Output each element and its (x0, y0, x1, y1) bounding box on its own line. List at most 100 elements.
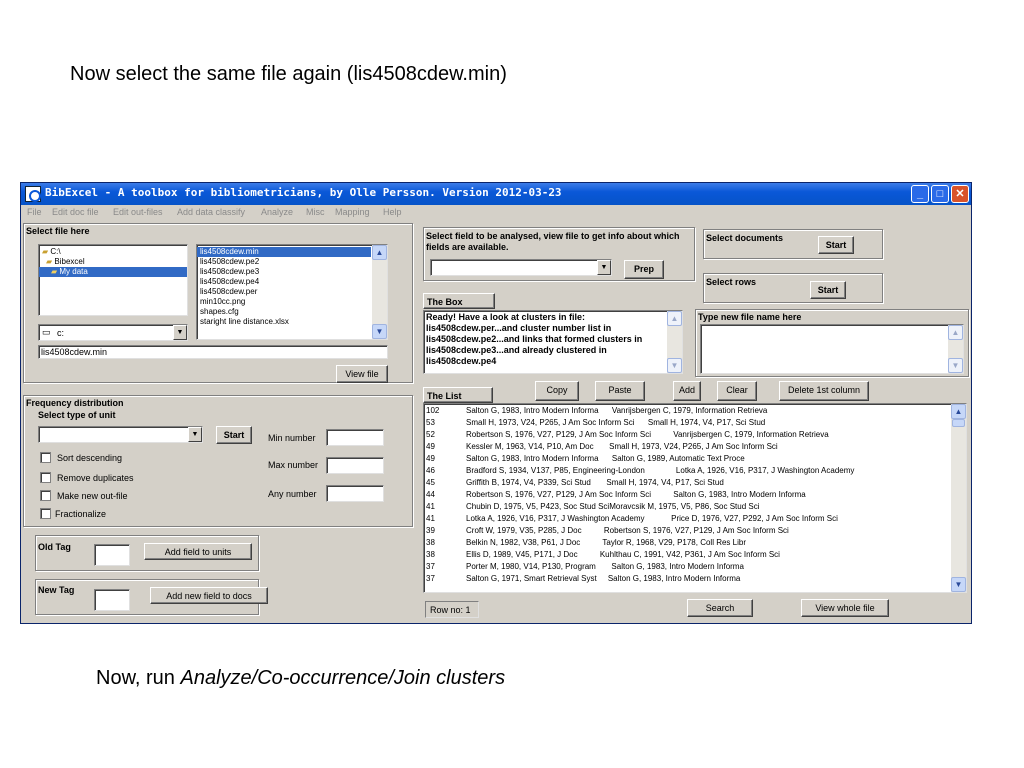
scroll-down-icon[interactable]: ▼ (948, 358, 963, 373)
the-box-textarea[interactable]: Ready! Have a look at clusters in file: … (423, 310, 683, 374)
folder-item-bibexcel[interactable]: ▰ Bibexcel (39, 257, 187, 267)
new-file-name-input[interactable]: ▲ ▼ (700, 324, 964, 374)
file-item[interactable]: shapes.cfg (197, 307, 387, 317)
search-button[interactable]: Search (687, 599, 753, 617)
old-tag-label: Old Tag (38, 542, 71, 552)
scroll-down-icon[interactable]: ▼ (372, 324, 387, 339)
list-row-count: 37 (426, 574, 435, 583)
folder-item-my-data[interactable]: ▰ My data (39, 267, 187, 277)
maximize-button[interactable]: □ (931, 185, 949, 203)
list-row-count: 46 (426, 466, 435, 475)
slide-instruction-top: Now select the same file again (lis4508c… (70, 63, 507, 85)
menu-file[interactable]: File (27, 207, 42, 217)
instruction-prefix: Now, run (96, 667, 181, 689)
paste-button[interactable]: Paste (595, 381, 645, 401)
file-list-scrollbar[interactable]: ▲ ▼ (372, 245, 387, 339)
frequency-start-button[interactable]: Start (216, 426, 252, 444)
menu-edit-out-files[interactable]: Edit out-files (113, 207, 163, 217)
menu-add-data-classify[interactable]: Add data classify (177, 207, 245, 217)
menu-misc[interactable]: Misc (306, 207, 325, 217)
file-item[interactable]: lis4508cdew.per (197, 287, 387, 297)
dropdown-arrow-icon[interactable]: ▼ (597, 260, 611, 275)
file-item[interactable]: staright line distance.xlsx (197, 317, 387, 327)
list-row-count: 37 (426, 562, 435, 571)
list-row-count: 38 (426, 538, 435, 547)
the-box-content: Ready! Have a look at clusters in file: … (426, 312, 643, 366)
old-tag-input[interactable] (94, 544, 130, 566)
new-file-name-panel: Type new file name here ▲ ▼ (695, 309, 969, 377)
new-file-name-heading: Type new file name here (698, 312, 802, 322)
min-number-input[interactable] (326, 429, 384, 446)
file-item[interactable]: lis4508cdew.pe2 (197, 257, 387, 267)
app-icon (25, 186, 41, 202)
new-tag-panel: New Tag Add new field to docs (35, 579, 268, 615)
drive-select[interactable]: ▭ c: ▼ (38, 324, 188, 341)
folder-tree[interactable]: ▰ C:\ ▰ Bibexcel ▰ My data (38, 244, 188, 316)
copy-button[interactable]: Copy (535, 381, 579, 401)
file-item[interactable]: min10cc.png (197, 297, 387, 307)
prep-button[interactable]: Prep (624, 260, 664, 279)
menu-help[interactable]: Help (383, 207, 402, 217)
add-field-to-units-button[interactable]: Add field to units (144, 543, 252, 560)
list-row-text: Porter M, 1980, V14, P130, Program Salto… (466, 562, 744, 571)
drive-value: c: (57, 328, 65, 338)
title-bar: BibExcel - A toolbox for bibliometrician… (21, 183, 971, 205)
select-rows-start-button[interactable]: Start (810, 281, 846, 299)
any-number-input[interactable] (326, 485, 384, 502)
unit-type-select[interactable]: ▼ (38, 426, 203, 443)
slide-instruction-bottom: Now, run Analyze/Co-occurrence/Join clus… (96, 667, 505, 690)
the-list-heading: The List (423, 387, 493, 403)
scroll-up-icon[interactable]: ▲ (951, 404, 966, 419)
row-number-value: Row no: 1 (430, 605, 471, 615)
sort-descending-checkbox[interactable] (40, 452, 51, 463)
list-row-text: Salton G, 1983, Intro Modern Informa Sal… (466, 454, 745, 463)
clear-button[interactable]: Clear (717, 381, 757, 401)
new-tag-input[interactable] (94, 589, 130, 611)
delete-first-column-button[interactable]: Delete 1st column (779, 381, 869, 401)
new-file-scrollbar[interactable]: ▲ ▼ (948, 325, 963, 373)
file-item[interactable]: lis4508cdew.pe4 (197, 277, 387, 287)
add-button[interactable]: Add (673, 381, 701, 401)
list-row-count: 49 (426, 442, 435, 451)
dropdown-arrow-icon[interactable]: ▼ (173, 325, 187, 340)
minimize-button[interactable]: _ (911, 185, 929, 203)
scroll-up-icon[interactable]: ▲ (948, 325, 963, 340)
file-item[interactable]: lis4508cdew.min (197, 247, 371, 257)
select-documents-start-button[interactable]: Start (818, 236, 854, 254)
fractionalize-label: Fractionalize (55, 509, 107, 519)
list-row-count: 53 (426, 418, 435, 427)
the-list-scrollbar[interactable]: ▲ ▼ (951, 404, 966, 592)
dropdown-arrow-icon[interactable]: ▼ (188, 427, 202, 442)
the-box-scrollbar[interactable]: ▲ ▼ (667, 311, 682, 373)
folder-item-root[interactable]: ▰ C:\ (39, 247, 187, 257)
file-item[interactable]: lis4508cdew.pe3 (197, 267, 387, 277)
min-number-label: Min number (268, 433, 316, 443)
scroll-up-icon[interactable]: ▲ (667, 311, 682, 326)
list-row-text: Chubin D, 1975, V5, P423, Soc Stud SciMo… (466, 502, 760, 511)
menu-analyze[interactable]: Analyze (261, 207, 293, 217)
scroll-down-icon[interactable]: ▼ (667, 358, 682, 373)
list-row-count: 38 (426, 550, 435, 559)
the-list-box[interactable]: 102 Salton G, 1983, Intro Modern Informa … (423, 403, 967, 593)
selected-path-field[interactable]: lis4508cdew.min (38, 345, 388, 359)
field-select[interactable]: ▼ (430, 259, 612, 276)
make-new-outfile-checkbox[interactable] (40, 490, 51, 501)
file-list[interactable]: lis4508cdew.min lis4508cdew.pe2 lis4508c… (196, 244, 388, 340)
remove-duplicates-checkbox[interactable] (40, 472, 51, 483)
scroll-up-icon[interactable]: ▲ (372, 245, 387, 260)
view-whole-file-button[interactable]: View whole file (801, 599, 889, 617)
close-button[interactable]: ✕ (951, 185, 969, 203)
menu-edit-doc-file[interactable]: Edit doc file (52, 207, 99, 217)
list-row-count: 41 (426, 502, 435, 511)
frequency-panel: Frequency distribution Select type of un… (23, 395, 413, 527)
view-file-button[interactable]: View file (336, 365, 388, 383)
menu-mapping[interactable]: Mapping (335, 207, 370, 217)
drive-icon: ▭ (42, 327, 51, 337)
window-title: BibExcel - A toolbox for bibliometrician… (45, 186, 562, 199)
fractionalize-checkbox[interactable] (40, 508, 51, 519)
scroll-down-icon[interactable]: ▼ (951, 577, 966, 592)
list-row-count: 52 (426, 430, 435, 439)
add-new-field-to-docs-button[interactable]: Add new field to docs (150, 587, 268, 604)
max-number-input[interactable] (326, 457, 384, 474)
scroll-thumb[interactable] (952, 419, 965, 427)
